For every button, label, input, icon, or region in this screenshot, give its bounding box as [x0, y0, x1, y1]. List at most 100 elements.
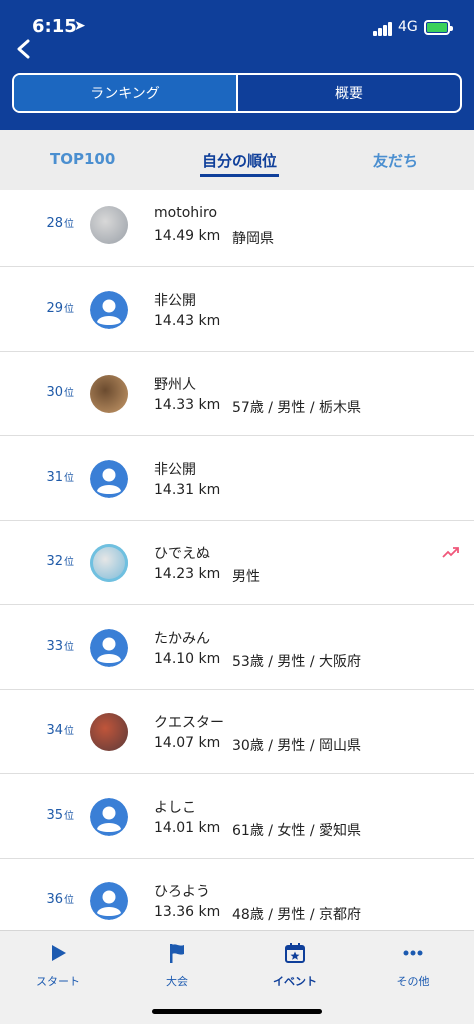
runner-meta: 57歳 / 男性 / 栃木県 [232, 400, 362, 416]
ranking-row[interactable]: 30位 野州人 14.33 km 57歳 / 男性 / 栃木県 [0, 352, 474, 436]
more-icon [403, 950, 423, 956]
user-photo-avatar [90, 375, 128, 413]
runner-distance: 14.43 km [154, 312, 221, 329]
runner-distance: 14.07 km [154, 735, 221, 751]
user-photo-avatar [90, 206, 128, 244]
segment-control: ランキング 概要 [12, 73, 462, 113]
tab-event[interactable]: イベント [250, 941, 340, 989]
rank-value: 30 [46, 385, 63, 400]
segment-overview[interactable]: 概要 [238, 75, 460, 111]
rank-suffix: 位 [64, 303, 74, 315]
tab-start[interactable]: スタート [13, 941, 103, 989]
runner-name: たかみん [154, 630, 210, 647]
tab-more-label: その他 [396, 975, 430, 988]
tab-more[interactable]: その他 [368, 941, 458, 989]
runner-meta: 53歳 / 男性 / 大阪府 [232, 653, 362, 670]
ranking-row[interactable]: 31位 非公開 14.31 km [0, 437, 474, 521]
rank-value: 29 [46, 300, 63, 316]
runner-meta: 61歳 / 女性 / 愛知県 [232, 822, 362, 839]
rank-suffix: 位 [64, 557, 74, 568]
runner-name: 非公開 [154, 461, 196, 478]
rank-suffix: 位 [64, 472, 74, 484]
rank-number: 35位 [30, 807, 74, 823]
rank-number: 32位 [30, 553, 74, 569]
default-avatar-icon [90, 628, 128, 667]
runner-name: 野州人 [154, 377, 196, 393]
flag-icon [170, 944, 184, 963]
rank-number: 30位 [30, 384, 74, 400]
default-avatar-icon [90, 290, 128, 329]
ranking-row[interactable]: 34位 クエスター 14.07 km 30歳 / 男性 / 岡山県 [0, 690, 474, 774]
rank-suffix: 位 [64, 388, 74, 399]
rank-value: 31 [46, 469, 63, 485]
ranking-row[interactable]: 32位 ひでえぬ 14.23 km 男性 [0, 521, 474, 605]
runner-name: よしこ [154, 799, 196, 816]
rank-number: 28位 [30, 215, 74, 231]
rank-value: 35 [46, 807, 63, 823]
status-bar: 6:15 ➤ 4G [0, 0, 474, 52]
segment-ranking[interactable]: ランキング [14, 75, 238, 111]
runner-distance: 14.01 km [154, 819, 221, 836]
tab-event-label: イベント [273, 975, 317, 988]
rank-suffix: 位 [64, 810, 74, 822]
calendar-star-icon [285, 943, 305, 963]
rank-number: 36位 [30, 891, 74, 907]
runner-name: ひろよう [154, 884, 210, 900]
ranking-list: 28位 motohiro 14.49 km 静岡県 29位 非公開 14.43 km 30位野… [0, 190, 474, 930]
home-indicator [152, 1009, 322, 1014]
rank-number: 33位 [30, 638, 74, 654]
runner-distance: 13.36 km [154, 904, 221, 920]
rank-value: 36 [46, 892, 63, 907]
rank-suffix: 位 [64, 219, 74, 230]
tab-race[interactable]: 大会 [132, 941, 222, 989]
runner-distance: 14.23 km [154, 566, 221, 582]
rank-value: 32 [46, 554, 63, 569]
runner-name: motohiro [154, 205, 218, 221]
ranking-row[interactable]: 29位 非公開 14.43 km [0, 268, 474, 352]
trending-up-icon [442, 547, 459, 558]
subtab-friends[interactable]: 友だち [373, 150, 418, 171]
runner-meta: 男性 [232, 569, 260, 585]
ranking-row[interactable]: 35位 よしこ 14.01 km 61歳 / 女性 / 愛知県 [0, 775, 474, 859]
rank-value: 33 [46, 638, 63, 654]
ranking-row[interactable]: 36位 ひろよう 13.36 km 48歳 / 男性 / 京都府 [0, 859, 474, 930]
rank-suffix: 位 [64, 895, 74, 906]
rank-value: 34 [46, 723, 63, 738]
runner-distance: 14.31 km [154, 481, 221, 498]
rank-number: 31位 [30, 469, 74, 485]
app-header: 6:15 ➤ 4G ランキング 概要 [0, 0, 474, 130]
default-avatar-icon [90, 797, 128, 836]
runner-meta: 48歳 / 男性 / 京都府 [232, 907, 362, 923]
rank-suffix: 位 [64, 726, 74, 737]
subtab-my-rank[interactable]: 自分の順位 [199, 150, 280, 177]
runner-name: 非公開 [154, 292, 196, 309]
runner-meta: 静岡県 [232, 231, 274, 247]
runner-name: クエスター [154, 715, 224, 731]
tab-race-label: 大会 [166, 975, 188, 988]
user-photo-avatar [90, 544, 128, 582]
rank-number: 34位 [30, 722, 74, 738]
play-icon [52, 945, 66, 961]
rank-number: 29位 [30, 300, 74, 316]
ranking-row[interactable]: 28位 motohiro 14.49 km 静岡県 [0, 190, 474, 267]
runner-distance: 14.49 km [154, 228, 221, 244]
back-icon[interactable] [14, 38, 34, 60]
cellular-signal-icon [373, 22, 393, 36]
runner-distance: 14.33 km [154, 397, 221, 413]
ranking-subtabs: TOP100 自分の順位 友だち [0, 130, 474, 190]
default-avatar-icon [90, 882, 128, 920]
tab-start-label: スタート [36, 975, 80, 988]
default-avatar-icon [90, 459, 128, 498]
location-arrow-icon: ➤ [74, 18, 86, 34]
runner-distance: 14.10 km [154, 650, 221, 667]
runner-meta: 30歳 / 男性 / 岡山県 [232, 738, 362, 754]
battery-icon [424, 20, 453, 35]
subtab-top100[interactable]: TOP100 [50, 150, 115, 168]
runner-name: ひでえぬ [154, 546, 210, 562]
status-time: 6:15 [32, 16, 77, 37]
rank-suffix: 位 [64, 641, 74, 653]
user-photo-avatar [90, 713, 128, 751]
ranking-row[interactable]: 33位 たかみん 14.10 km 53歳 / 男性 / 大阪府 [0, 606, 474, 690]
rank-value: 28 [46, 216, 63, 231]
network-label: 4G [398, 19, 418, 35]
